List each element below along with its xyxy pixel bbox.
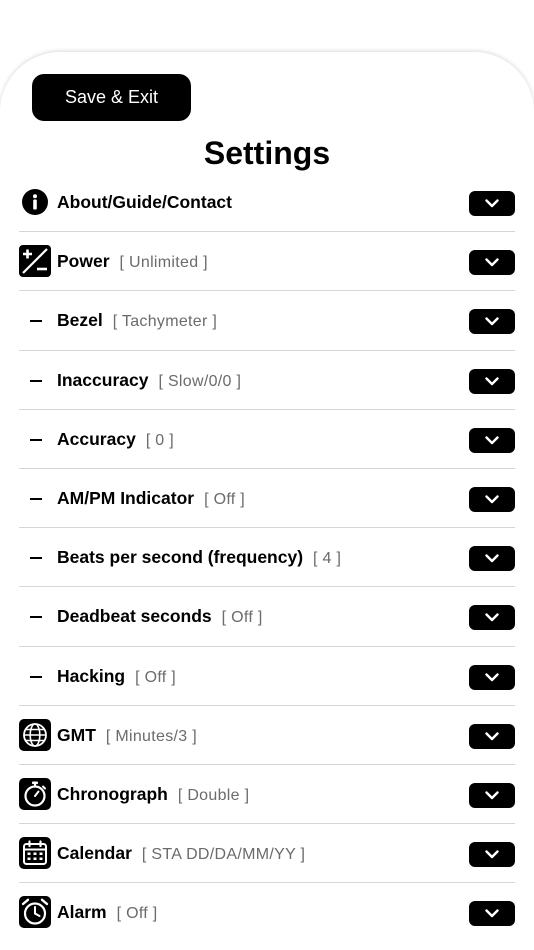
chevron-down-icon <box>485 376 499 386</box>
chevron-down-icon <box>485 909 499 918</box>
chevron-down-icon <box>485 850 499 859</box>
settings-row-hacking[interactable]: Hacking [ Off ] <box>19 647 515 706</box>
info-icon <box>19 186 51 218</box>
expand-button[interactable] <box>469 605 515 631</box>
settings-row-chronograph[interactable]: Chronograph [ Double ] <box>19 765 515 825</box>
setting-label: Accuracy <box>57 428 136 449</box>
expand-button[interactable] <box>469 782 515 808</box>
dash-icon <box>30 557 42 560</box>
setting-value: [ Slow/0/0 ] <box>158 372 242 390</box>
chevron-down-icon <box>485 258 499 267</box>
settings-list: About/Guide/Contact Power [ Unlimited ] B… <box>19 173 515 942</box>
setting-label: Chronograph <box>57 783 168 804</box>
plus-minus-icon <box>19 245 51 278</box>
alarm-clock-icon <box>19 896 51 929</box>
setting-value: [ Off ] <box>221 609 263 627</box>
setting-label: Alarm <box>57 902 107 923</box>
chevron-down-icon <box>485 199 499 208</box>
calendar-icon <box>19 837 51 870</box>
settings-row-deadbeat-seconds[interactable]: Deadbeat seconds [ Off ] <box>19 587 515 647</box>
setting-label: Deadbeat seconds <box>57 606 212 627</box>
expand-button[interactable] <box>469 901 515 927</box>
expand-button[interactable] <box>469 250 515 276</box>
settings-row-ampm-indicator[interactable]: AM/PM Indicator [ Off ] <box>19 469 515 529</box>
setting-value: [ Unlimited ] <box>119 254 208 272</box>
chevron-down-icon <box>485 554 499 563</box>
save-exit-button[interactable]: Save & Exit <box>32 74 191 121</box>
expand-button[interactable] <box>469 723 515 749</box>
expand-button[interactable] <box>469 664 515 690</box>
stopwatch-icon <box>19 777 51 810</box>
expand-button[interactable] <box>469 191 515 216</box>
setting-label: AM/PM Indicator <box>57 487 195 508</box>
chevron-down-icon <box>485 495 499 504</box>
setting-value: [ Off ] <box>116 905 158 923</box>
expand-button[interactable] <box>469 546 515 572</box>
settings-row-beats-per-second[interactable]: Beats per second (frequency) [ 4 ] <box>19 528 515 588</box>
setting-value: [ Minutes/3 ] <box>105 727 197 745</box>
dash-icon <box>30 675 42 678</box>
setting-label: Beats per second (frequency) <box>57 547 304 568</box>
dash-icon <box>30 320 42 323</box>
setting-value: [ Off ] <box>135 668 177 686</box>
setting-label: Bezel <box>57 310 103 331</box>
chevron-down-icon <box>485 317 499 326</box>
expand-button[interactable] <box>469 427 515 453</box>
settings-row-bezel[interactable]: Bezel [ Tachymeter ] <box>19 291 515 351</box>
chevron-down-icon <box>485 436 499 445</box>
settings-row-inaccuracy[interactable]: Inaccuracy [ Slow/0/0 ] <box>19 351 515 410</box>
setting-label: About/Guide/Contact <box>57 192 232 212</box>
chevron-down-icon <box>485 613 499 622</box>
settings-sheet: Save & Exit Settings About/Guide/Contact <box>0 52 534 950</box>
dash-icon <box>30 379 42 382</box>
chevron-down-icon <box>485 791 499 800</box>
settings-row-gmt[interactable]: GMT [ Minutes/3 ] <box>19 706 515 765</box>
setting-value: [ 4 ] <box>313 550 342 568</box>
setting-label: Calendar <box>57 843 132 864</box>
chevron-down-icon <box>485 672 499 682</box>
setting-label: Power <box>57 251 110 272</box>
setting-value: [ Double ] <box>177 786 250 804</box>
settings-row-power[interactable]: Power [ Unlimited ] <box>19 232 515 292</box>
expand-button[interactable] <box>469 486 515 512</box>
setting-value: [ Tachymeter ] <box>112 313 218 331</box>
setting-label: Hacking <box>57 665 126 686</box>
dash-icon <box>30 616 42 619</box>
expand-button[interactable] <box>469 309 515 335</box>
expand-button[interactable] <box>469 842 515 868</box>
dash-icon <box>30 497 42 500</box>
setting-value: [ STA DD/DA/MM/YY ] <box>141 846 306 864</box>
settings-row-alarm[interactable]: Alarm [ Off ] <box>19 883 515 942</box>
settings-row-calendar[interactable]: Calendar [ STA DD/DA/MM/YY ] <box>19 824 515 884</box>
expand-button[interactable] <box>469 368 515 394</box>
settings-row-about[interactable]: About/Guide/Contact <box>19 173 515 233</box>
setting-label: GMT <box>57 724 96 745</box>
page-title: Settings <box>203 135 331 171</box>
chevron-down-icon <box>485 731 499 741</box>
setting-label: Inaccuracy <box>57 369 149 390</box>
setting-value: [ 0 ] <box>145 431 174 449</box>
setting-value: [ Off ] <box>204 490 246 508</box>
globe-icon <box>19 718 51 751</box>
dash-icon <box>30 438 42 441</box>
settings-row-accuracy[interactable]: Accuracy [ 0 ] <box>19 410 515 469</box>
